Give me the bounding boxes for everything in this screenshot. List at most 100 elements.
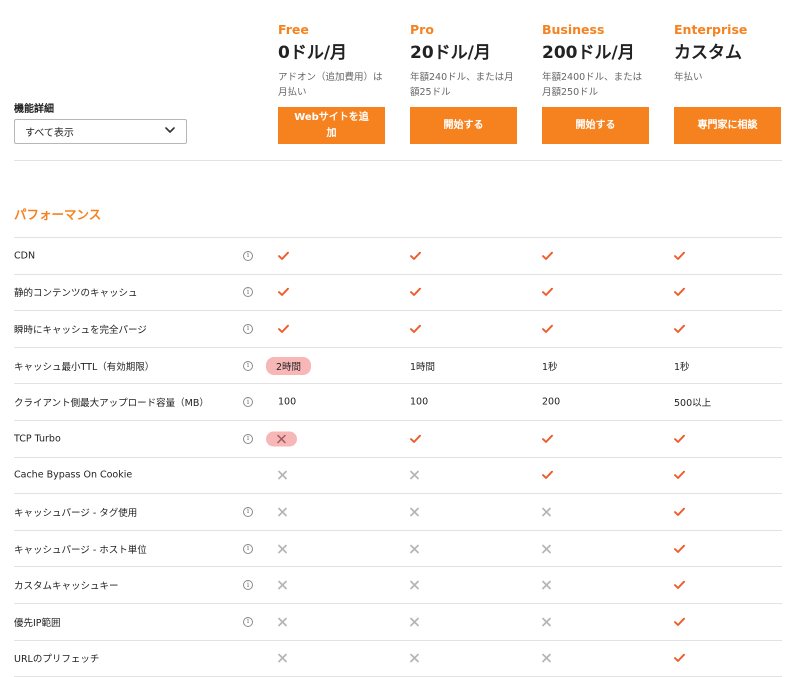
info-icon[interactable]: i xyxy=(243,360,253,371)
cross-icon xyxy=(410,653,419,663)
feature-value: 1秒 xyxy=(674,359,690,373)
check-icon xyxy=(674,654,685,663)
check-icon xyxy=(410,288,421,297)
info-icon[interactable]: i xyxy=(243,323,253,334)
feature-details-label: 機能詳細 xyxy=(14,104,54,115)
start-pro-button[interactable]: 開始する xyxy=(410,107,517,144)
table-row: TCP Turbo i xyxy=(14,421,782,458)
plan-price: 200ドル/月 xyxy=(542,43,635,63)
feature-value: 100 xyxy=(278,397,296,408)
table-row: 優先IP範囲 i xyxy=(14,604,782,641)
cross-icon xyxy=(278,580,287,590)
check-icon xyxy=(674,324,685,333)
feature-value-text: 1時間 xyxy=(410,361,436,373)
plan-name: Pro xyxy=(410,22,434,37)
check-icon xyxy=(542,471,553,480)
table-row: 静的コンテンツのキャッシュ i xyxy=(14,275,782,312)
feature-value-text: 1秒 xyxy=(542,361,558,373)
feature-label: 静的コンテンツのキャッシュ xyxy=(14,288,138,300)
cross-icon xyxy=(278,653,287,663)
plan-note: 年払い xyxy=(674,72,703,83)
table-row: URLのプリフェッチ xyxy=(14,641,782,677)
plan-name: Free xyxy=(278,22,309,37)
cross-icon xyxy=(542,617,551,627)
info-icon[interactable]: i xyxy=(243,543,253,554)
check-icon xyxy=(674,544,685,553)
cross-icon xyxy=(278,544,287,553)
feature-value: 100 xyxy=(410,397,428,408)
plan-note: アドオン（追加費用）は月払い xyxy=(278,72,383,98)
plan-note: 年額2400ドル、または月額250ドル xyxy=(542,72,643,98)
cross-icon xyxy=(410,544,419,553)
plan-pro: Pro 20ドル/月 年額240ドル、または月額25ドル 開始する xyxy=(410,22,518,144)
add-website-button[interactable]: Webサイトを追加 xyxy=(278,107,385,144)
cross-icon xyxy=(278,507,287,517)
section-title: パフォーマンス xyxy=(14,207,102,222)
plan-enterprise: Enterprise カスタム 年払い 専門家に相談 xyxy=(674,22,782,144)
feature-value: 200 xyxy=(542,397,560,408)
feature-table: CDN i 静的コンテンツのキャッシュ i 瞬時にキャッシュを完全パージ i キャッシュ最小… xyxy=(14,237,782,677)
cross-icon xyxy=(278,617,287,627)
feature-label: URLのプリフェッチ xyxy=(14,654,100,666)
check-icon xyxy=(542,288,553,297)
plan-price: 0ドル/月 xyxy=(278,43,348,63)
cross-icon xyxy=(410,471,419,480)
check-icon xyxy=(674,251,685,260)
feature-label: 瞬時にキャッシュを完全パージ xyxy=(14,324,147,336)
highlight-value: 2時間 xyxy=(266,356,312,375)
table-row: 瞬時にキャッシュを完全パージ i xyxy=(14,311,782,348)
plan-business: Business 200ドル/月 年額2400ドル、または月額250ドル 開始す… xyxy=(542,22,650,144)
plan-note: 年額240ドル、または月額25ドル xyxy=(410,72,514,98)
plan-price: 20ドル/月 xyxy=(410,43,491,63)
feature-label: カスタムキャッシュキー xyxy=(14,581,119,593)
feature-value: 1時間 xyxy=(410,359,435,373)
info-icon[interactable]: i xyxy=(243,433,253,444)
plan-name: Business xyxy=(542,22,605,37)
feature-filter-value: すべて表示 xyxy=(25,128,74,139)
info-icon[interactable]: i xyxy=(243,506,253,517)
contact-expert-button[interactable]: 専門家に相談 xyxy=(674,107,781,144)
feature-value-text: 100 xyxy=(278,396,297,408)
header-divider xyxy=(14,160,782,161)
info-icon[interactable]: i xyxy=(243,580,253,591)
check-icon xyxy=(542,324,553,333)
feature-label: Cache Bypass On Cookie xyxy=(14,469,133,481)
check-icon xyxy=(674,617,685,626)
plan-name: Enterprise xyxy=(674,22,748,37)
start-business-button[interactable]: 開始する xyxy=(542,107,649,144)
feature-label: キャッシュ最小TTL（有効期限） xyxy=(14,361,155,373)
cross-icon xyxy=(410,507,419,517)
feature-label: CDN xyxy=(14,250,36,262)
info-icon[interactable]: i xyxy=(243,250,253,261)
table-row: キャッシュ最小TTL（有効期限） i 2時間 1時間 1秒 1秒 xyxy=(14,348,782,385)
info-icon[interactable]: i xyxy=(243,287,253,298)
check-icon xyxy=(542,251,553,260)
highlight-cross-icon xyxy=(266,431,297,447)
cross-icon xyxy=(410,580,419,590)
feature-value-text: 1秒 xyxy=(674,361,690,373)
check-icon xyxy=(674,434,685,443)
feature-value: 1秒 xyxy=(542,359,558,373)
cross-icon xyxy=(542,544,551,553)
feature-label: クライアント側最大アップロード容量（MB） xyxy=(14,398,209,410)
feature-label: キャッシュパージ - ホスト単位 xyxy=(14,544,147,556)
info-icon[interactable]: i xyxy=(243,616,253,627)
table-row: Cache Bypass On Cookie xyxy=(14,458,782,495)
feature-value-text: 500以上 xyxy=(674,398,712,410)
check-icon xyxy=(278,288,289,297)
check-icon xyxy=(410,324,421,333)
feature-label: 優先IP範囲 xyxy=(14,617,61,629)
cross-icon xyxy=(278,471,287,480)
plan-price: カスタム xyxy=(674,43,742,63)
info-icon[interactable]: i xyxy=(243,397,253,408)
feature-value: 500以上 xyxy=(674,395,711,409)
check-icon xyxy=(674,288,685,297)
check-icon xyxy=(674,507,685,516)
check-icon xyxy=(674,580,685,590)
cross-icon xyxy=(542,580,551,590)
feature-filter-select[interactable]: すべて表示 xyxy=(14,119,187,144)
check-icon xyxy=(410,251,421,260)
check-icon xyxy=(674,471,685,480)
feature-value-text: 100 xyxy=(410,396,429,408)
cross-icon xyxy=(410,617,419,627)
